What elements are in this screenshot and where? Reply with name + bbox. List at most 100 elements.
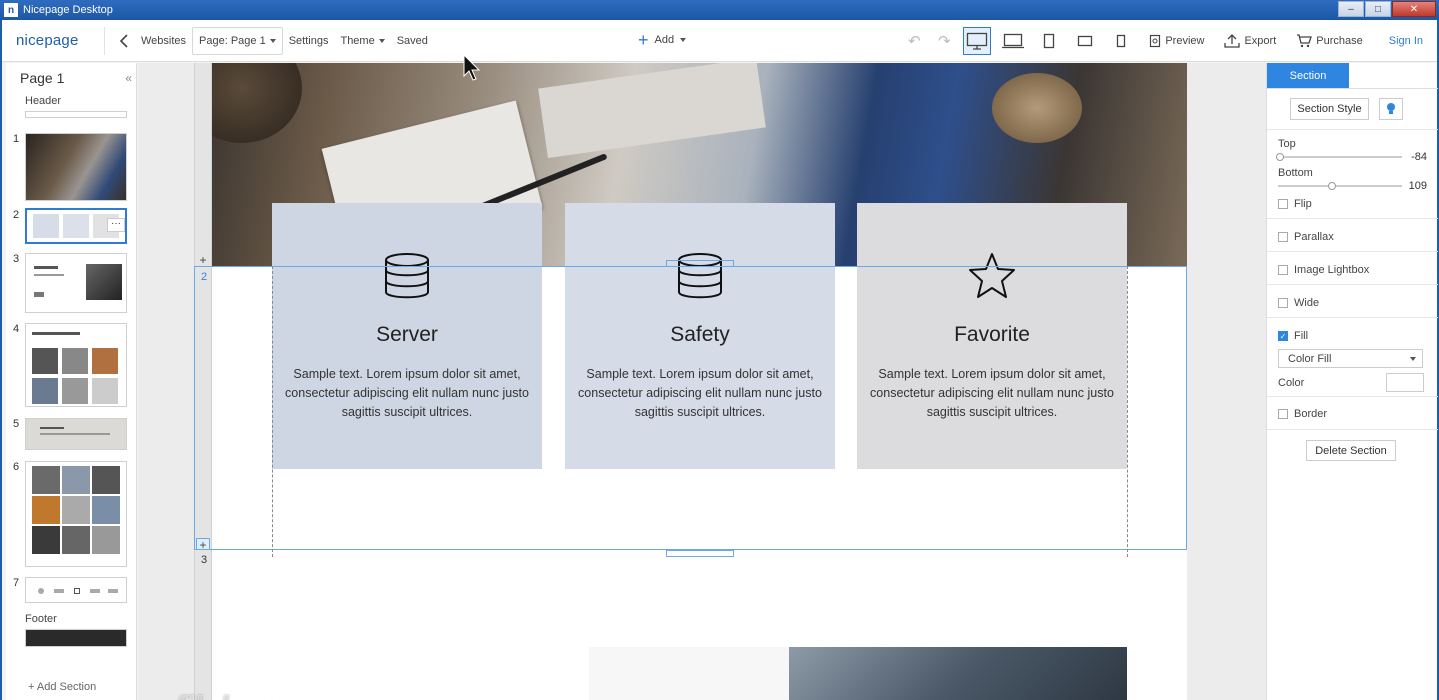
thumb-number: 5 bbox=[13, 418, 20, 430]
thumb-number: 4 bbox=[13, 323, 20, 335]
add-label: Add bbox=[654, 34, 675, 46]
chevron-down-icon bbox=[1410, 356, 1416, 361]
window-titlebar: n Nicepage Desktop – □ ✕ bbox=[0, 0, 1439, 20]
add-section-above-icon[interactable]: + bbox=[196, 254, 210, 266]
plus-icon: + bbox=[638, 30, 649, 50]
delete-section-button[interactable]: Delete Section bbox=[1306, 440, 1396, 461]
preview-button[interactable]: Preview bbox=[1143, 34, 1210, 48]
wide-option[interactable]: Wide bbox=[1278, 297, 1319, 309]
purchase-button[interactable]: Purchase bbox=[1290, 34, 1368, 48]
chevron-down-icon bbox=[378, 38, 385, 43]
building-image bbox=[589, 647, 1127, 700]
section-resize-handle-top[interactable] bbox=[666, 260, 734, 267]
slider-knob[interactable] bbox=[1276, 153, 1284, 161]
section-thumbnail-3[interactable] bbox=[25, 253, 127, 313]
redo-icon[interactable]: ↷ bbox=[933, 32, 955, 50]
cart-icon bbox=[1297, 34, 1313, 48]
more-icon[interactable]: ··· bbox=[107, 218, 125, 232]
feature-card[interactable]: Server Sample text. Lorem ipsum dolor si… bbox=[272, 203, 542, 469]
phone-view-button[interactable] bbox=[1107, 27, 1135, 55]
window-title: Nicepage Desktop bbox=[23, 4, 113, 16]
fill-type-select[interactable]: Color Fill bbox=[1278, 349, 1423, 368]
top-value: -84 bbox=[1411, 151, 1427, 163]
divider bbox=[1267, 317, 1438, 318]
section-thumbnail-5[interactable] bbox=[25, 418, 127, 450]
card-text[interactable]: Sample text. Lorem ipsum dolor sit amet,… bbox=[869, 365, 1115, 422]
app: nicepage Websites Page: Page 1 Settings … bbox=[2, 20, 1438, 700]
tab-divider bbox=[1267, 88, 1438, 89]
image-lightbox-option[interactable]: Image Lightbox bbox=[1278, 264, 1369, 276]
section-thumbnail-4[interactable] bbox=[25, 323, 127, 407]
bottom-label: Bottom bbox=[1278, 167, 1313, 179]
page-selector[interactable]: Page: Page 1 bbox=[192, 26, 283, 55]
slider-knob[interactable] bbox=[1328, 182, 1336, 190]
add-menu[interactable]: + Add bbox=[638, 30, 687, 50]
desktop-view-button[interactable] bbox=[963, 27, 992, 55]
fill-checkbox[interactable]: ✓ bbox=[1278, 331, 1288, 341]
section-thumbnail-6[interactable] bbox=[25, 461, 127, 567]
close-button[interactable]: ✕ bbox=[1392, 1, 1436, 17]
theme-menu[interactable]: Theme bbox=[334, 35, 390, 47]
sign-in-link[interactable]: Sign In bbox=[1383, 35, 1429, 47]
laptop-view-button[interactable] bbox=[999, 27, 1027, 55]
add-section-button[interactable]: + Add Section bbox=[28, 681, 96, 693]
maximize-button[interactable]: □ bbox=[1365, 1, 1391, 17]
top-slider[interactable] bbox=[1276, 153, 1402, 161]
section-thumbnail-2[interactable]: ··· bbox=[25, 208, 127, 244]
tab-section[interactable]: Section bbox=[1267, 63, 1349, 88]
section-number: 2 bbox=[201, 271, 208, 283]
tablet-landscape-view-button[interactable] bbox=[1071, 27, 1099, 55]
feature-card[interactable]: Favorite Sample text. Lorem ipsum dolor … bbox=[857, 203, 1127, 469]
card-text[interactable]: Sample text. Lorem ipsum dolor sit amet,… bbox=[284, 365, 530, 422]
section-resize-handle-bottom[interactable] bbox=[666, 550, 734, 557]
thumb-number: 1 bbox=[13, 133, 20, 145]
image-shadow bbox=[589, 647, 789, 700]
section-thumbnail-7[interactable] bbox=[25, 577, 127, 603]
export-label: Export bbox=[1244, 35, 1277, 47]
flip-option[interactable]: Flip bbox=[1278, 198, 1312, 210]
export-button[interactable]: Export bbox=[1218, 34, 1282, 48]
grid-guide-right bbox=[1127, 266, 1128, 557]
thumb-number: 7 bbox=[13, 577, 20, 589]
minimize-button[interactable]: – bbox=[1338, 1, 1364, 17]
thumb-number: 2 bbox=[13, 209, 20, 221]
wide-checkbox[interactable] bbox=[1278, 298, 1288, 308]
pages-panel: Page 1 « Header 1 2 ··· 3 4 5 6 7 Footer… bbox=[6, 63, 137, 700]
add-section-below-icon[interactable]: + bbox=[196, 538, 210, 551]
border-checkbox[interactable] bbox=[1278, 409, 1288, 419]
card-title[interactable]: Server bbox=[272, 323, 542, 347]
page-title: Page 1 bbox=[20, 70, 65, 86]
card-title[interactable]: Safety bbox=[565, 323, 835, 347]
card-title[interactable]: Favorite bbox=[857, 323, 1127, 347]
fill-option[interactable]: ✓ Fill bbox=[1278, 330, 1308, 342]
tablet-view-button[interactable] bbox=[1035, 27, 1063, 55]
border-label: Border bbox=[1294, 408, 1328, 420]
undo-icon[interactable]: ↶ bbox=[903, 32, 925, 50]
parallax-option[interactable]: Parallax bbox=[1278, 231, 1334, 243]
lightbulb-icon[interactable] bbox=[1379, 98, 1403, 120]
fill-label: Fill bbox=[1294, 330, 1309, 342]
feature-card[interactable]: Safety Sample text. Lorem ipsum dolor si… bbox=[565, 203, 835, 469]
color-swatch[interactable] bbox=[1386, 373, 1424, 392]
toolbar-divider bbox=[104, 26, 105, 55]
parallax-label: Parallax bbox=[1294, 231, 1334, 243]
flip-checkbox[interactable] bbox=[1278, 199, 1288, 209]
border-option[interactable]: Border bbox=[1278, 408, 1327, 420]
section-style-button[interactable]: Section Style bbox=[1290, 98, 1369, 120]
thumb-number: 3 bbox=[13, 253, 20, 265]
back-icon[interactable] bbox=[113, 33, 135, 48]
settings-link[interactable]: Settings bbox=[283, 35, 335, 47]
image-lightbox-checkbox[interactable] bbox=[1278, 265, 1288, 275]
color-label: Color bbox=[1278, 377, 1305, 389]
section-thumbnail-1[interactable] bbox=[25, 133, 127, 201]
bottom-slider[interactable] bbox=[1278, 182, 1402, 190]
collapse-panel-icon[interactable]: « bbox=[125, 71, 132, 85]
footer-thumbnail[interactable] bbox=[25, 629, 127, 647]
thumb-number: 6 bbox=[13, 461, 20, 473]
card-text[interactable]: Sample text. Lorem ipsum dolor sit amet,… bbox=[577, 365, 823, 422]
parallax-checkbox[interactable] bbox=[1278, 232, 1288, 242]
websites-link[interactable]: Websites bbox=[135, 35, 192, 47]
export-icon bbox=[1224, 34, 1241, 48]
editor-canvas: Server Sample text. Lorem ipsum dolor si… bbox=[138, 63, 1266, 700]
header-thumbnail[interactable] bbox=[25, 111, 127, 118]
